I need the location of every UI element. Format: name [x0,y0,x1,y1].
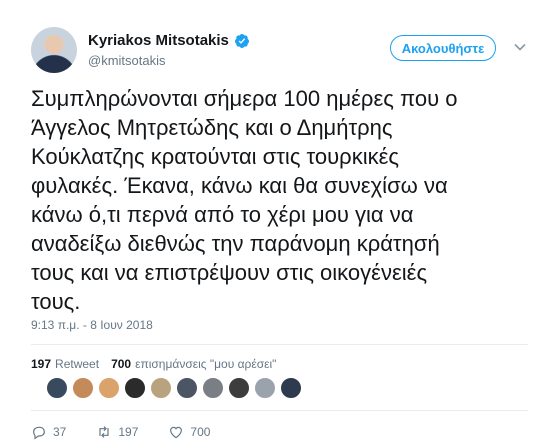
liker-avatar[interactable] [254,377,276,399]
reply-count: 37 [53,425,67,439]
author-name[interactable]: Kyriakos Mitsotakis [88,32,229,49]
chevron-down-icon[interactable] [513,40,527,54]
like-count[interactable]: 700 [111,357,131,371]
tweet-card: Kyriakos Mitsotakis @kmitsotakis Ακολουθ… [0,0,560,445]
retweet-action-count: 197 [118,425,139,439]
author-name-row: Kyriakos Mitsotakis [88,32,250,49]
author-handle[interactable]: @kmitsotakis [88,53,166,68]
liker-avatar[interactable] [202,377,224,399]
divider [31,344,528,345]
verified-badge-icon [234,33,249,48]
like-button[interactable]: 700 [168,424,210,440]
tweet-actions: 37 197 700 [31,424,240,440]
liker-avatar[interactable] [124,377,146,399]
avatar[interactable] [31,27,77,73]
tweet-text: Συμπληρώνονται σήμερα 100 ημέρες που ο Ά… [31,86,458,314]
tweet-timestamp[interactable]: 9:13 π.μ. - 8 Ιουν 2018 [31,318,153,332]
retweet-button[interactable]: 197 [96,424,138,440]
like-action-count: 700 [190,425,211,439]
liker-avatar[interactable] [72,377,94,399]
likers-avatars [46,377,306,399]
liker-avatar[interactable] [150,377,172,399]
liker-avatar[interactable] [98,377,120,399]
like-label[interactable]: επισημάνσεις "μου αρέσει" [135,357,276,371]
reply-icon [33,426,45,440]
divider [31,410,528,411]
retweet-count[interactable]: 197 [31,357,51,371]
reply-button[interactable]: 37 [31,424,66,440]
liker-avatar[interactable] [176,377,198,399]
heart-icon [170,426,183,439]
engagement-stats: 197 Retweet 700 επισημάνσεις "μου αρέσει… [31,357,288,371]
follow-button[interactable]: Ακολουθήστε [390,35,496,61]
retweet-label[interactable]: Retweet [55,357,99,371]
liker-avatar[interactable] [280,377,302,399]
liker-avatar[interactable] [46,377,68,399]
retweet-icon [99,426,109,438]
liker-avatar[interactable] [228,377,250,399]
